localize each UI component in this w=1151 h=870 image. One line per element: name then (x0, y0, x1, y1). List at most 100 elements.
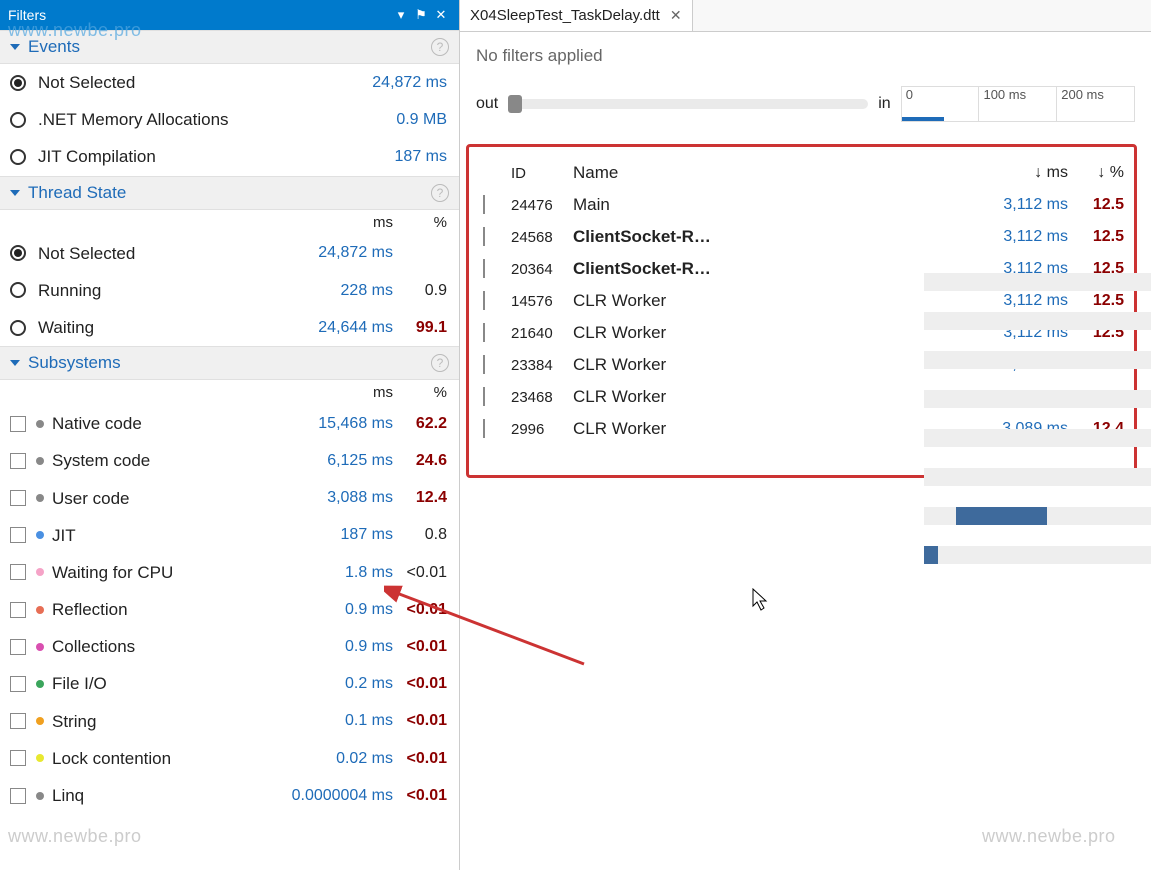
thread-id: 14576 (511, 293, 573, 310)
checkbox[interactable] (483, 355, 485, 374)
thread-name: CLR Worker (573, 291, 976, 311)
radio-icon[interactable] (10, 149, 26, 165)
help-icon[interactable]: ? (431, 38, 449, 56)
row-ms: 1.8 ms (273, 560, 393, 586)
tab-file[interactable]: X04SleepTest_TaskDelay.dtt ✕ (460, 0, 693, 31)
events-row[interactable]: JIT Compilation 187 ms (0, 138, 459, 175)
row-pct: <0.01 (393, 597, 447, 623)
thread-name: ClientSocket-R… (573, 227, 976, 247)
threadstate-header[interactable]: Thread State ? (0, 176, 459, 210)
subsystem-row[interactable]: JIT 187 ms 0.8 (0, 517, 459, 554)
row-pct: <0.01 (393, 671, 447, 697)
thread-name: Main (573, 195, 976, 215)
checkbox[interactable] (10, 564, 26, 580)
subsystem-row[interactable]: Waiting for CPU 1.8 ms <0.01 (0, 554, 459, 591)
checkbox[interactable] (483, 291, 485, 310)
zoom-slider[interactable] (508, 99, 868, 109)
timeline-bar-row (924, 340, 1151, 379)
checkbox[interactable] (483, 195, 485, 214)
dropdown-icon[interactable]: ▾ (391, 5, 411, 25)
thread-name: CLR Worker (573, 387, 976, 407)
row-ms: 0.1 ms (273, 708, 393, 734)
checkbox[interactable] (10, 416, 26, 432)
help-icon[interactable]: ? (431, 354, 449, 372)
filter-status: No filters applied (460, 32, 1151, 80)
checkbox[interactable] (483, 259, 485, 278)
threadstate-row[interactable]: Running 228 ms 0.9 (0, 272, 459, 309)
row-label: Not Selected (38, 69, 327, 96)
row-ms: 0.0000004 ms (273, 783, 393, 809)
checkbox[interactable] (483, 227, 485, 246)
events-row[interactable]: .NET Memory Allocations 0.9 MB (0, 101, 459, 138)
subsystem-row[interactable]: File I/O 0.2 ms <0.01 (0, 665, 459, 702)
row-ms: 0.9 ms (273, 597, 393, 623)
subsystem-row[interactable]: Lock contention 0.02 ms <0.01 (0, 740, 459, 777)
events-row[interactable]: Not Selected 24,872 ms (0, 64, 459, 101)
help-icon[interactable]: ? (431, 184, 449, 202)
close-icon[interactable]: ✕ (670, 7, 682, 24)
checkbox[interactable] (483, 419, 485, 438)
close-icon[interactable]: ✕ (431, 5, 451, 25)
thread-id: 24568 (511, 229, 573, 246)
thread-id: 23468 (511, 389, 573, 406)
subsystems-header[interactable]: Subsystems ? (0, 346, 459, 380)
tab-label: X04SleepTest_TaskDelay.dtt (470, 7, 660, 24)
color-dot (36, 457, 44, 465)
slider-thumb[interactable] (508, 95, 522, 113)
thread-name: CLR Worker (573, 323, 976, 343)
checkbox[interactable] (483, 323, 485, 342)
checkbox[interactable] (10, 713, 26, 729)
subsystem-row[interactable]: Linq 0.0000004 ms <0.01 (0, 777, 459, 814)
color-dot (36, 531, 44, 539)
row-pct: 62.2 (393, 411, 447, 437)
radio-icon[interactable] (10, 282, 26, 298)
timeline-bars (924, 186, 1151, 574)
row-pct: 24.6 (393, 448, 447, 474)
row-ms: 6,125 ms (273, 448, 393, 474)
subsystem-row[interactable]: Reflection 0.9 ms <0.01 (0, 591, 459, 628)
events-header[interactable]: Events ? (0, 30, 459, 64)
row-label: Reflection (52, 596, 273, 623)
checkbox[interactable] (483, 387, 485, 406)
subsystem-row[interactable]: System code 6,125 ms 24.6 (0, 442, 459, 479)
row-label: Not Selected (38, 240, 273, 267)
row-label: JIT (52, 522, 273, 549)
row-label: Native code (52, 410, 273, 437)
timeline-bar-row (924, 301, 1151, 340)
checkbox[interactable] (10, 676, 26, 692)
row-ms: 24,872 ms (273, 240, 393, 266)
row-label: String (52, 708, 273, 735)
checkbox[interactable] (10, 602, 26, 618)
radio-icon[interactable] (10, 75, 26, 91)
subsystem-row[interactable]: Native code 15,468 ms 62.2 (0, 405, 459, 442)
subsystems-title: Subsystems (28, 353, 121, 373)
radio-icon[interactable] (10, 320, 26, 336)
pin-icon[interactable]: ⚑ (411, 5, 431, 25)
subsystem-row[interactable]: User code 3,088 ms 12.4 (0, 480, 459, 517)
row-label: Waiting (38, 314, 273, 341)
row-ms: 15,468 ms (273, 411, 393, 437)
checkbox[interactable] (10, 453, 26, 469)
tab-bar: X04SleepTest_TaskDelay.dtt ✕ (460, 0, 1151, 32)
threadstate-row[interactable]: Not Selected 24,872 ms (0, 235, 459, 272)
row-ms: 24,872 ms (327, 70, 447, 96)
row-label: Lock contention (52, 745, 273, 772)
radio-icon[interactable] (10, 112, 26, 128)
checkbox[interactable] (10, 750, 26, 766)
row-pct: 12.4 (393, 485, 447, 511)
radio-icon[interactable] (10, 245, 26, 261)
row-pct: <0.01 (393, 708, 447, 734)
subsystem-row[interactable]: String 0.1 ms <0.01 (0, 703, 459, 740)
time-ruler[interactable]: 0100 ms200 ms (901, 86, 1135, 122)
checkbox[interactable] (10, 788, 26, 804)
row-label: .NET Memory Allocations (38, 106, 327, 133)
checkbox[interactable] (10, 527, 26, 543)
checkbox[interactable] (10, 490, 26, 506)
ruler-tick: 200 ms (1056, 87, 1134, 121)
color-dot (36, 568, 44, 576)
row-label: Running (38, 277, 273, 304)
ruler-tick: 0 (902, 87, 979, 121)
subsystem-row[interactable]: Collections 0.9 ms <0.01 (0, 628, 459, 665)
checkbox[interactable] (10, 639, 26, 655)
threadstate-row[interactable]: Waiting 24,644 ms 99.1 (0, 309, 459, 346)
